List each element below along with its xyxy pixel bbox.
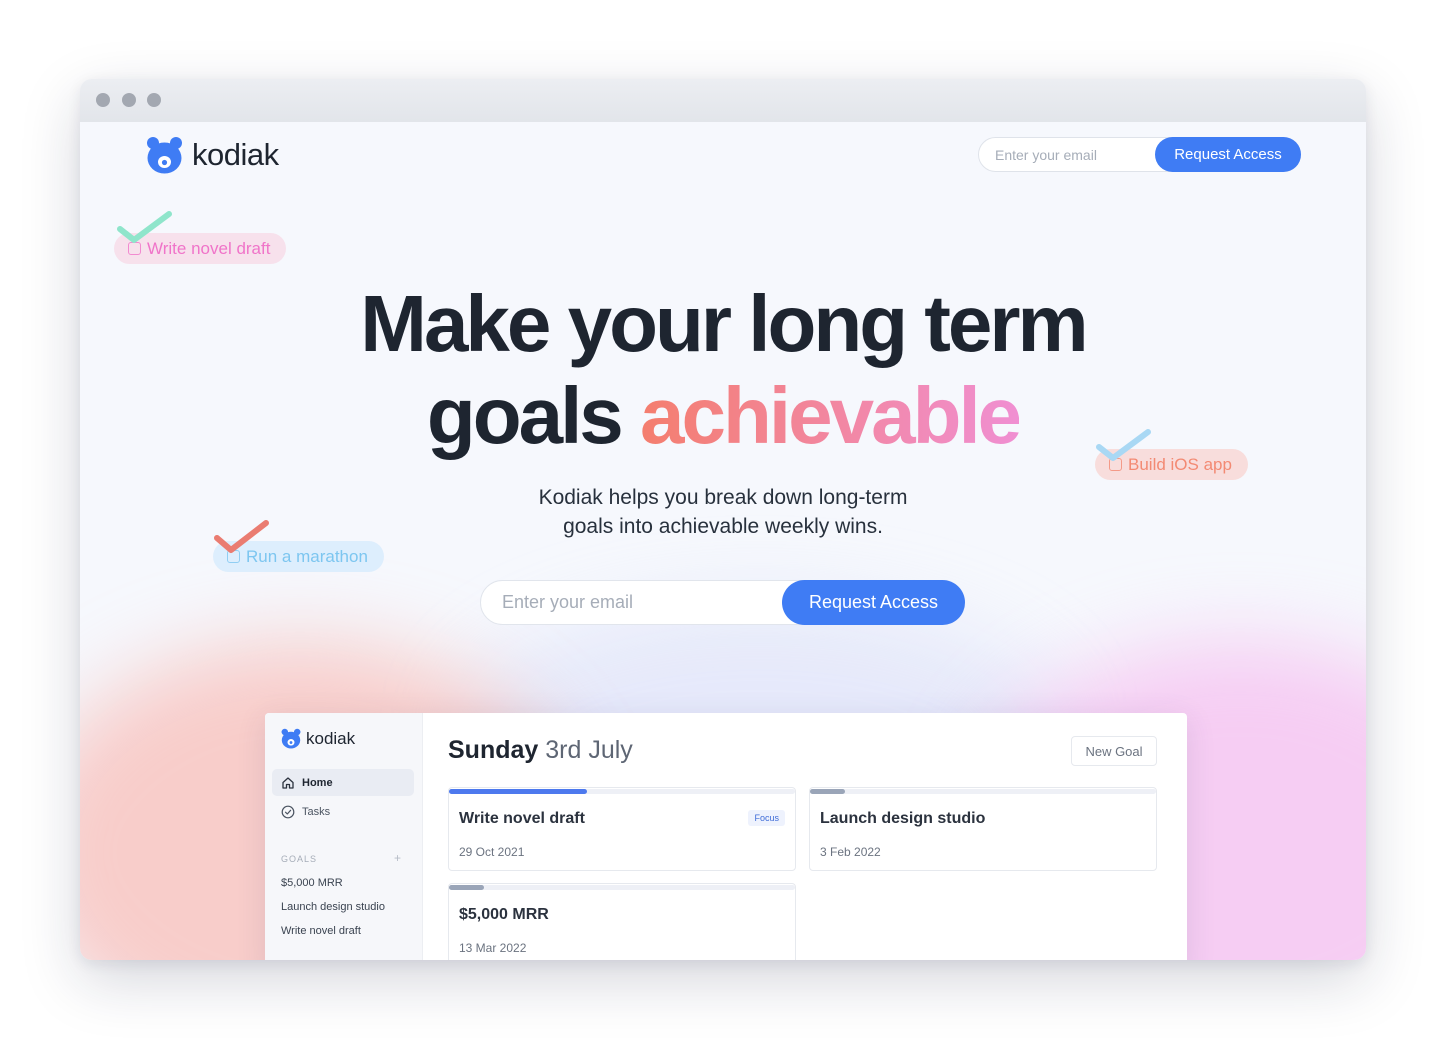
sidebar-item-tasks[interactable]: Tasks [272,798,414,825]
bear-logo-icon [147,137,182,174]
goal-card[interactable]: Write novel draft Focus 29 Oct 2021 [448,787,796,871]
header-request-access-button[interactable]: Request Access [1155,137,1301,172]
goal-card-date: 13 Mar 2022 [459,941,527,955]
goal-card-date: 3 Feb 2022 [820,845,881,859]
app-date: 3rd July [545,736,633,764]
hero-headline-line1: Make your long term [360,279,1088,368]
window-close-button[interactable] [96,93,110,107]
goal-progress-bar [449,885,484,890]
goals-heading: GOALS [281,854,318,864]
hero-headline: Make your long term goals achievable [80,278,1366,462]
focus-badge: Focus [748,810,785,826]
header-email-form: Request Access [978,137,1301,172]
hero-headline-line2: goals [426,371,641,460]
goal-card[interactable]: Launch design studio 3 Feb 2022 [809,787,1157,871]
goal-progress-track [449,885,795,890]
sidebar-goal-item[interactable]: Write novel draft [281,925,361,937]
hero-headline-accent: achievable [640,371,1022,460]
window-minimize-button[interactable] [122,93,136,107]
new-goal-button[interactable]: New Goal [1071,736,1157,766]
site-logo[interactable]: kodiak [146,136,279,174]
add-goal-button[interactable]: + [394,851,401,865]
app-day: Sunday [448,736,539,764]
goal-progress-bar [810,789,845,794]
goal-card-title: Launch design studio [820,810,986,827]
goal-progress-bar [449,789,588,794]
browser-window: kodiak Request Access Write novel draft … [80,79,1366,960]
hero-subtitle: Kodiak helps you break down long-term go… [80,483,1366,541]
sidebar-item-label: Tasks [302,805,331,818]
hero-email-input[interactable] [481,581,781,624]
sidebar-item-home[interactable]: Home [272,769,414,796]
hero-subtitle-line2: goals into achievable weekly wins. [563,515,883,538]
logo-text: kodiak [192,137,279,172]
app-preview: kodiak Home Tasks GOALS + $5,000 MRR Lau… [265,713,1187,960]
header-email-input[interactable] [979,138,1159,171]
sidebar-goal-item[interactable]: $5,000 MRR [281,877,343,889]
goal-card[interactable]: $5,000 MRR 13 Mar 2022 [448,883,796,960]
goal-card-title: $5,000 MRR [459,906,549,923]
window-maximize-button[interactable] [147,93,161,107]
page-viewport: kodiak Request Access Write novel draft … [80,122,1366,960]
hero-request-access-button[interactable]: Request Access [782,580,965,625]
sidebar-item-label: Home [302,776,333,789]
goal-card-date: 29 Oct 2021 [459,845,525,859]
bear-logo-icon [281,728,301,749]
sidebar-goal-item[interactable]: Launch design studio [281,901,385,913]
hero-subtitle-line1: Kodiak helps you break down long-term [538,486,908,509]
goal-progress-track [810,789,1156,794]
app-day-title: Sunday 3rd July [448,736,633,765]
app-sidebar: kodiak Home Tasks GOALS + $5,000 MRR Lau… [265,713,423,960]
app-logo-text: kodiak [306,728,356,748]
home-icon [282,776,294,789]
goal-card-title: Write novel draft [459,810,585,827]
app-logo: kodiak [281,728,355,749]
checkmark-icon [117,211,172,243]
hero-email-form: Request Access [480,580,965,625]
browser-titlebar [80,79,1366,122]
check-circle-icon [281,805,295,818]
